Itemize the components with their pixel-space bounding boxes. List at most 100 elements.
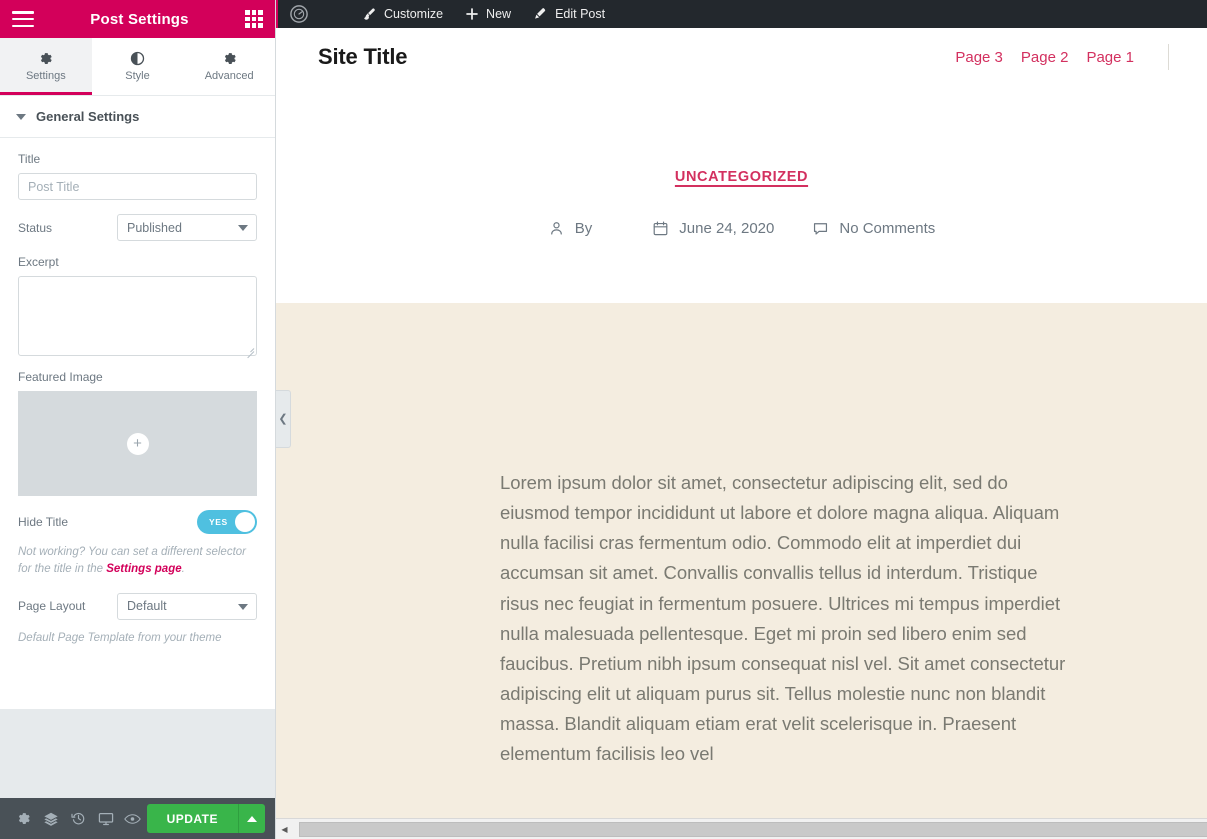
title-label: Title	[18, 152, 41, 166]
site-header: Site Title Page 3 Page 2 Page 1	[276, 28, 1207, 86]
pencil-icon	[533, 7, 548, 22]
excerpt-textarea[interactable]	[18, 276, 257, 359]
status-select[interactable]: Published	[117, 214, 257, 241]
control-hide-title: Hide Title YES	[18, 496, 257, 534]
update-options-caret-icon[interactable]	[238, 804, 266, 833]
paintbrush-icon	[362, 7, 377, 22]
post-meta-comments-label: No Comments	[839, 220, 936, 237]
tab-style-label: Style	[125, 70, 150, 82]
post-category-link[interactable]: UNCATEGORIZED	[675, 169, 808, 185]
elementor-settings-panel: Post Settings Settings Style Advanced Ge…	[0, 0, 276, 839]
panel-empty-area	[0, 709, 275, 798]
wordpress-admin-bar: Customize New Edit Post	[276, 0, 1207, 28]
elementor-editor: Post Settings Settings Style Advanced Ge…	[0, 0, 1207, 839]
person-icon	[548, 220, 565, 237]
tab-settings-label: Settings	[25, 70, 66, 82]
page-layout-select[interactable]: Default	[117, 592, 257, 620]
admin-bar-edit-post-label: Edit Post	[555, 7, 606, 21]
admin-bar-new-label: New	[486, 7, 512, 21]
nav-divider	[1168, 44, 1169, 70]
tab-style[interactable]: Style	[92, 38, 184, 95]
control-featured-image: Featured Image +	[18, 356, 257, 496]
contrast-icon	[130, 51, 145, 66]
status-label: Status	[18, 220, 53, 235]
history-icon[interactable]	[65, 798, 92, 839]
grid-apps-icon[interactable]	[244, 10, 263, 28]
site-title: Site Title	[318, 44, 408, 69]
tab-advanced-label: Advanced	[204, 70, 254, 82]
tab-advanced[interactable]: Advanced	[183, 38, 275, 95]
post-meta-date-label: June 24, 2020	[679, 220, 775, 237]
tab-settings[interactable]: Settings	[0, 38, 92, 95]
toggle-yes-label: YES	[209, 517, 228, 527]
panel-tabs: Settings Style Advanced	[0, 38, 275, 96]
post-body-text: Lorem ipsum dolor sit amet, consectetur …	[500, 472, 1066, 765]
page-layout-label: Page Layout	[18, 599, 86, 613]
panel-content: General Settings Title Status Published	[0, 96, 275, 709]
hamburger-menu-icon[interactable]	[12, 11, 34, 27]
site-preview: Customize New Edit Post Site Title Page …	[276, 0, 1207, 839]
title-input[interactable]	[18, 173, 257, 200]
post-meta-date: June 24, 2020	[652, 220, 774, 237]
wordpress-dashboard-icon[interactable]	[276, 0, 321, 28]
page-layout-hint: Default Page Template from your theme	[18, 631, 222, 644]
control-page-layout: Page Layout Default	[18, 579, 257, 620]
nav-link-page-2[interactable]: Page 2	[1021, 49, 1069, 66]
settings-gear-icon[interactable]	[10, 798, 37, 839]
layers-icon[interactable]	[37, 798, 64, 839]
post-meta-author: By	[548, 220, 593, 237]
admin-bar-edit-post[interactable]: Edit Post	[522, 0, 616, 28]
nav-link-page-1[interactable]: Page 1	[1086, 49, 1134, 66]
section-general-settings[interactable]: General Settings	[0, 96, 275, 138]
caret-down-icon	[16, 113, 26, 120]
responsive-mode-icon[interactable]	[92, 798, 119, 839]
status-value: Published	[127, 220, 182, 235]
scrollbar-thumb[interactable]	[299, 821, 1207, 837]
hide-title-hint-post: .	[181, 563, 185, 576]
settings-page-link[interactable]: Settings page	[106, 563, 181, 575]
plus-icon	[465, 7, 479, 21]
hide-title-hint: Not working? You can set a different sel…	[18, 534, 257, 579]
preview-eye-icon[interactable]	[119, 798, 146, 839]
update-button[interactable]: UPDATE	[146, 804, 239, 833]
site-nav: Page 3 Page 2 Page 1	[955, 44, 1183, 70]
featured-image-label: Featured Image	[18, 370, 103, 384]
panel-collapse-handle[interactable]: ❮	[276, 390, 291, 448]
post-meta-author-label: By	[574, 220, 593, 237]
control-status: Status Published	[18, 200, 257, 241]
panel-edge-accent	[276, 0, 278, 28]
horizontal-scrollbar[interactable]: ◀ ▶	[276, 818, 1207, 839]
featured-image-dropzone[interactable]: +	[18, 391, 257, 496]
post-meta-comments: No Comments	[812, 220, 935, 237]
panel-title: Post Settings	[90, 10, 189, 28]
panel-footer-bar: UPDATE	[0, 798, 275, 839]
hide-title-label: Hide Title	[18, 515, 69, 529]
caret-up-icon	[247, 815, 258, 822]
scrollbar-track[interactable]	[293, 819, 1207, 839]
admin-bar-customize[interactable]: Customize	[351, 0, 454, 28]
chevron-left-icon: ❮	[278, 412, 288, 425]
excerpt-label: Excerpt	[18, 255, 59, 269]
section-title: General Settings	[36, 109, 140, 124]
control-title: Title	[18, 138, 257, 200]
post-meta-row: By June 24, 2020 No Comments	[276, 220, 1207, 237]
controls-container: Title Status Published Excerpt	[0, 138, 275, 647]
page-layout-value: Default	[127, 599, 167, 613]
post-content-section: Lorem ipsum dolor sit amet, consectetur …	[276, 303, 1207, 823]
hide-title-toggle[interactable]: YES	[197, 510, 257, 534]
control-excerpt: Excerpt	[18, 241, 257, 359]
gear-icon	[222, 51, 237, 66]
post-header: UNCATEGORIZED By June 24, 2020 No Commen…	[276, 86, 1207, 303]
resize-grip-icon[interactable]	[244, 343, 255, 359]
gear-icon	[38, 51, 53, 66]
panel-header: Post Settings	[0, 0, 275, 38]
admin-bar-new[interactable]: New	[454, 0, 522, 28]
update-button-group: UPDATE	[146, 804, 266, 833]
admin-bar-customize-label: Customize	[384, 7, 444, 21]
calendar-icon	[652, 220, 669, 237]
toggle-knob	[235, 512, 255, 532]
nav-link-page-3[interactable]: Page 3	[955, 49, 1003, 66]
plus-icon[interactable]: +	[126, 432, 149, 455]
scroll-left-arrow-icon[interactable]: ◀	[276, 819, 293, 839]
comment-icon	[812, 220, 829, 237]
